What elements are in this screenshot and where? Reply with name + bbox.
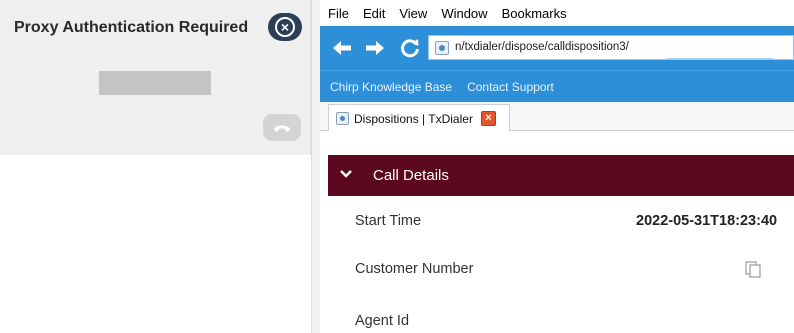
tab-dispositions[interactable]: Dispositions | TxDialer ×	[328, 104, 510, 132]
proxy-close-button[interactable]: ×	[268, 13, 302, 41]
proxy-auth-panel: Proxy Authentication Required ×	[0, 0, 311, 155]
menu-edit[interactable]: Edit	[363, 6, 385, 21]
bookmark-chirp-knowledge-base[interactable]: Chirp Knowledge Base	[330, 80, 452, 94]
page-icon	[435, 41, 449, 55]
panel-divider	[311, 0, 320, 333]
address-bar[interactable]: n/txdialer/dispose/calldisposition3/	[428, 35, 794, 60]
menu-view[interactable]: View	[399, 6, 427, 21]
customer-number-label: Customer Number	[355, 261, 474, 277]
hangup-button[interactable]	[263, 114, 301, 141]
menu-window[interactable]: Window	[441, 6, 487, 21]
close-icon: ×	[485, 112, 492, 124]
proxy-auth-title: Proxy Authentication Required	[14, 19, 249, 36]
arrow-right-icon	[366, 41, 384, 55]
tab-strip: Dispositions | TxDialer ×	[320, 102, 794, 132]
page-icon	[336, 112, 349, 125]
close-icon: ×	[275, 17, 295, 37]
tab-close-button[interactable]: ×	[481, 111, 496, 126]
menu-file[interactable]: File	[328, 6, 349, 21]
arrow-left-icon	[333, 41, 351, 55]
phone-hangup-icon	[274, 125, 290, 132]
menu-bar: File Edit View Window Bookmarks	[320, 0, 794, 26]
bookmarks-bar: Chirp Knowledge Base Contact Support	[320, 70, 794, 102]
reload-icon	[401, 39, 419, 58]
start-time-value: 2022-05-31T18:23:40	[636, 213, 778, 229]
left-panel-background	[0, 155, 311, 333]
forward-button[interactable]	[363, 36, 387, 60]
call-details-header[interactable]: Call Details	[328, 155, 794, 196]
reload-button[interactable]	[398, 36, 422, 60]
page-content: Call Details Start Time 2022-05-31T18:23…	[320, 131, 794, 333]
address-highlight	[667, 58, 773, 60]
back-button[interactable]	[330, 36, 354, 60]
copy-icon[interactable]	[743, 259, 763, 279]
tab-label: Dispositions | TxDialer	[354, 112, 473, 126]
bookmark-contact-support[interactable]: Contact Support	[467, 80, 554, 94]
browser-toolbar: n/txdialer/dispose/calldisposition3/	[320, 26, 794, 70]
address-url[interactable]: n/txdialer/dispose/calldisposition3/	[455, 41, 629, 53]
chevron-down-icon	[340, 170, 352, 178]
redacted-field	[99, 71, 211, 95]
menu-bookmarks[interactable]: Bookmarks	[502, 6, 567, 21]
agent-id-label: Agent Id	[355, 313, 410, 329]
section-title: Call Details	[373, 167, 449, 184]
start-time-label: Start Time	[355, 213, 422, 229]
